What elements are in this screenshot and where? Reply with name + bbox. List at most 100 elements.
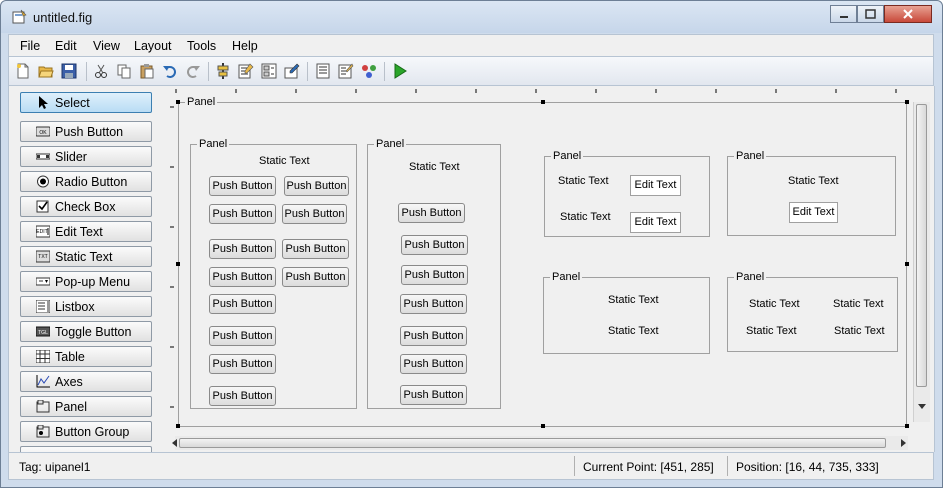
push-button[interactable]: Push Button — [209, 267, 276, 287]
panel-5[interactable]: Panel Static Text Static Text — [543, 271, 710, 354]
push-button[interactable]: Push Button — [209, 294, 276, 314]
svg-text:TGL: TGL — [38, 330, 48, 336]
window-title: untitled.fig — [33, 10, 93, 25]
push-button[interactable]: Push Button — [398, 203, 465, 223]
selection-handle[interactable] — [905, 424, 909, 428]
edit-text[interactable]: Edit Text — [630, 212, 681, 233]
selection-handle[interactable] — [905, 100, 909, 104]
tab-order-editor-icon[interactable] — [261, 63, 277, 79]
undo-icon[interactable] — [162, 63, 178, 79]
new-file-icon[interactable] — [15, 63, 31, 79]
push-button[interactable]: Push Button — [400, 354, 467, 374]
push-button[interactable]: Push Button — [209, 176, 276, 196]
palette-panel[interactable]: Panel — [20, 396, 152, 417]
paste-icon[interactable] — [139, 63, 155, 79]
menu-editor-icon[interactable] — [238, 63, 254, 79]
push-button[interactable]: Push Button — [282, 204, 347, 224]
selection-handle[interactable] — [541, 424, 545, 428]
palette-check-box[interactable]: Check Box — [20, 196, 152, 217]
minimize-icon — [840, 16, 848, 18]
panel-icon — [36, 400, 50, 413]
horizontal-scroll-thumb[interactable] — [179, 438, 886, 448]
push-button[interactable]: Push Button — [209, 204, 276, 224]
status-tag: Tag: uipanel1 — [19, 460, 91, 474]
palette-radio-button[interactable]: Radio Button — [20, 171, 152, 192]
panel-1[interactable]: Panel Static Text Push Button Push Butto… — [190, 138, 357, 409]
slider-icon — [36, 153, 50, 160]
redo-icon[interactable] — [185, 63, 201, 79]
menu-edit[interactable]: Edit — [55, 39, 77, 53]
scroll-down-arrow-icon[interactable] — [916, 400, 928, 412]
listbox-icon — [36, 300, 50, 313]
minimize-button[interactable] — [830, 5, 857, 23]
horizontal-scrollbar[interactable] — [172, 436, 908, 450]
palette-table[interactable]: Table — [20, 346, 152, 367]
palette-label: Edit Text — [55, 225, 103, 239]
palette-static-text[interactable]: TXT Static Text — [20, 246, 152, 267]
edit-text[interactable]: Edit Text — [630, 175, 681, 196]
menu-tools[interactable]: Tools — [187, 39, 216, 53]
mfile-editor-icon[interactable] — [315, 63, 331, 79]
scroll-right-arrow-icon[interactable] — [899, 438, 907, 448]
vertical-scrollbar[interactable] — [913, 102, 930, 422]
menu-layout[interactable]: Layout — [134, 39, 172, 53]
menu-help[interactable]: Help — [232, 39, 258, 53]
palette-edit-text[interactable]: EDIT Edit Text — [20, 221, 152, 242]
property-inspector-icon[interactable] — [338, 63, 354, 79]
panel-3[interactable]: Panel Static Text Edit Text Static Text … — [544, 150, 710, 237]
selection-handle[interactable] — [176, 262, 180, 266]
palette-push-button[interactable]: OK Push Button — [20, 121, 152, 142]
toolbar-separator — [86, 62, 87, 81]
panel-4[interactable]: Panel Static Text Edit Text — [727, 150, 896, 236]
edit-text[interactable]: Edit Text — [789, 202, 838, 223]
palette-listbox[interactable]: Listbox — [20, 296, 152, 317]
menu-file[interactable]: File — [20, 39, 40, 53]
toggle-button-icon: TGL — [36, 326, 50, 337]
selection-handle[interactable] — [905, 262, 909, 266]
palette-button-group[interactable]: Button Group — [20, 421, 152, 442]
push-button[interactable]: Push Button — [209, 386, 276, 406]
save-icon[interactable] — [61, 63, 77, 79]
palette-select[interactable]: Select — [20, 92, 152, 113]
toolbar-editor-icon[interactable] — [284, 63, 300, 79]
palette-popup-menu[interactable]: Pop-up Menu — [20, 271, 152, 292]
close-button[interactable] — [884, 5, 932, 23]
align-objects-icon[interactable] — [215, 63, 231, 79]
maximize-button[interactable] — [857, 5, 884, 23]
open-folder-icon[interactable] — [38, 63, 54, 79]
cut-icon[interactable] — [93, 63, 109, 79]
push-button[interactable]: Push Button — [209, 354, 276, 374]
run-figure-icon[interactable] — [392, 63, 408, 79]
palette-toggle-button[interactable]: TGL Toggle Button — [20, 321, 152, 342]
copy-icon[interactable] — [116, 63, 132, 79]
palette-label: Slider — [55, 150, 87, 164]
palette-axes[interactable]: Axes — [20, 371, 152, 392]
push-button[interactable]: Push Button — [209, 239, 276, 259]
status-position: Position: [16, 44, 735, 333] — [736, 460, 879, 474]
selection-handle[interactable] — [541, 100, 545, 104]
panel-title: Panel — [734, 150, 767, 162]
radio-button-icon — [37, 175, 49, 188]
push-button[interactable]: Push Button — [400, 294, 467, 314]
static-text: Static Text — [833, 298, 884, 310]
selection-handle[interactable] — [176, 424, 180, 428]
push-button[interactable]: Push Button — [400, 385, 467, 405]
push-button[interactable]: Push Button — [401, 235, 468, 255]
scroll-left-arrow-icon[interactable] — [171, 438, 179, 448]
push-button[interactable]: Push Button — [284, 176, 349, 196]
push-button[interactable]: Push Button — [282, 267, 349, 287]
push-button[interactable]: Push Button — [400, 326, 467, 346]
push-button[interactable]: Push Button — [401, 265, 468, 285]
push-button[interactable]: Push Button — [209, 326, 276, 346]
panel-2[interactable]: Panel Static Text Push Button Push Butto… — [367, 138, 501, 409]
selection-handle[interactable] — [176, 100, 180, 104]
vertical-scroll-thumb[interactable] — [916, 104, 927, 387]
panel-6[interactable]: Panel Static Text Static Text Static Tex… — [727, 271, 898, 352]
object-browser-icon[interactable] — [361, 63, 377, 79]
push-button-icon: OK — [36, 126, 50, 137]
menu-view[interactable]: View — [93, 39, 120, 53]
static-text: Static Text — [608, 294, 659, 306]
figure-canvas[interactable]: Panel Panel Static Text Push Button Push… — [175, 94, 909, 428]
push-button[interactable]: Push Button — [282, 239, 349, 259]
palette-slider[interactable]: Slider — [20, 146, 152, 167]
